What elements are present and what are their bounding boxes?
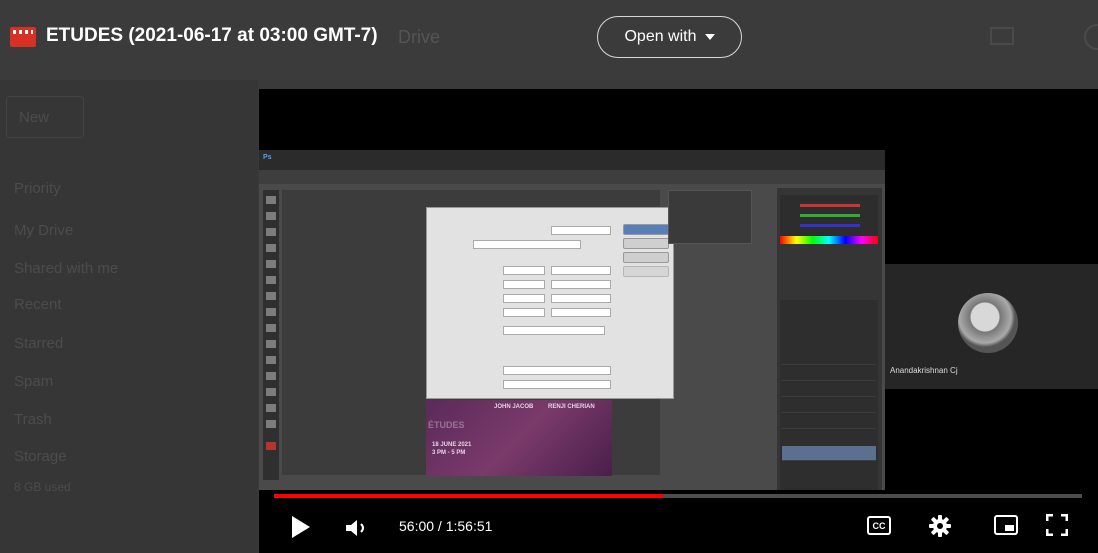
sidebar-item-storage: Storage xyxy=(14,448,67,465)
open-with-label: Open with xyxy=(624,28,697,45)
fullscreen-icon[interactable] xyxy=(1045,513,1069,537)
poster-word: ÉTUDES xyxy=(428,420,465,430)
sidebar-item-recent: Recent xyxy=(14,296,62,313)
blue-slider xyxy=(800,224,860,227)
brush-tool-icon xyxy=(266,260,276,268)
gradient-tool-icon xyxy=(266,308,276,316)
sidebar-item-priority: Priority xyxy=(14,180,61,197)
sidebar-item-my-drive: My Drive xyxy=(14,222,74,239)
drive-app-label: Drive xyxy=(398,27,441,47)
poster-name-1: JOHN JACOB xyxy=(494,404,534,410)
marquee-tool-icon xyxy=(266,212,276,220)
sidebar-item-spam: Spam xyxy=(14,373,54,390)
new-document-dialog xyxy=(426,207,674,399)
layer-row-selected xyxy=(782,446,876,461)
sidebar-item-trash: Trash xyxy=(14,411,52,428)
poster-name-2: RENJI CHERIAN xyxy=(548,404,595,410)
grid-view-icon xyxy=(990,27,1014,45)
participant-avatar xyxy=(958,293,1018,353)
new-button: New xyxy=(6,96,84,138)
crop-tool-icon xyxy=(266,244,276,252)
layer-row xyxy=(782,414,876,429)
dialog-color-mode xyxy=(503,308,545,317)
pen-tool-icon xyxy=(266,340,276,348)
dialog-background-field xyxy=(503,326,605,335)
participant-name: Anandakrishnan Cj xyxy=(890,366,958,375)
dialog-ok-button xyxy=(623,224,669,235)
progress-played xyxy=(274,494,663,498)
stamp-tool-icon xyxy=(266,276,276,284)
open-with-button[interactable]: Open with xyxy=(597,16,742,58)
history-panel xyxy=(668,190,752,244)
play-icon[interactable] xyxy=(292,516,310,538)
dialog-preset-field xyxy=(473,240,581,249)
dialog-resolution-unit xyxy=(551,294,611,303)
color-spectrum xyxy=(780,236,878,244)
photoshop-toolbox xyxy=(263,190,279,480)
settings-gear-icon[interactable] xyxy=(929,515,951,537)
dialog-pixel-aspect xyxy=(503,380,611,389)
caret-down-icon xyxy=(704,34,715,40)
type-tool-icon xyxy=(266,356,276,364)
layer-row xyxy=(782,398,876,413)
photoshop-options-bar xyxy=(259,170,885,184)
sidebar-item-shared: Shared with me xyxy=(14,260,119,277)
shape-tool-icon xyxy=(266,388,276,396)
layer-row xyxy=(782,366,876,381)
eraser-tool-icon xyxy=(266,292,276,300)
red-slider xyxy=(800,204,860,207)
dialog-height-unit xyxy=(551,280,611,289)
time-display: 56:00 / 1:56:51 xyxy=(399,518,493,534)
poster-date: 18 JUNE 2021 xyxy=(432,442,472,448)
zoom-tool-icon xyxy=(266,420,276,428)
move-tool-icon xyxy=(266,196,276,204)
photoshop-logo-icon: Ps xyxy=(263,154,272,161)
drive-sidebar: New Priority My Drive Shared with me Rec… xyxy=(0,80,258,553)
layer-row xyxy=(782,382,876,397)
dialog-delete-preset-button xyxy=(623,266,669,277)
foreground-color-icon xyxy=(266,442,276,450)
poster-document: JOHN JACOB RENJI CHERIAN ÉTUDES 18 JUNE … xyxy=(426,400,612,476)
photoshop-menubar: Ps xyxy=(259,150,885,170)
green-slider xyxy=(800,214,860,217)
dialog-color-profile xyxy=(503,366,611,375)
storage-used-text: 8 GB used xyxy=(14,480,71,494)
dialog-name-field xyxy=(551,226,611,235)
poster-time: 3 PM - 5 PM xyxy=(432,450,466,456)
layer-row xyxy=(782,350,876,365)
dialog-save-preset-button xyxy=(623,252,669,263)
lasso-tool-icon xyxy=(266,228,276,236)
dodge-tool-icon xyxy=(266,324,276,332)
miniplayer-icon[interactable] xyxy=(994,515,1018,535)
path-tool-icon xyxy=(266,372,276,380)
file-title: ETUDES (2021-06-17 at 03:00 GMT-7) xyxy=(46,25,378,46)
dialog-bit-depth xyxy=(551,308,611,317)
captions-button[interactable]: CC xyxy=(867,516,891,535)
dialog-cancel-button xyxy=(623,238,669,249)
volume-icon[interactable] xyxy=(346,519,376,537)
dialog-width-unit xyxy=(551,266,611,275)
dialog-width-field xyxy=(503,266,545,275)
dialog-resolution-field xyxy=(503,294,545,303)
dialog-height-field xyxy=(503,280,545,289)
hand-tool-icon xyxy=(266,404,276,412)
sidebar-item-starred: Starred xyxy=(14,335,64,352)
video-file-icon xyxy=(10,27,36,47)
